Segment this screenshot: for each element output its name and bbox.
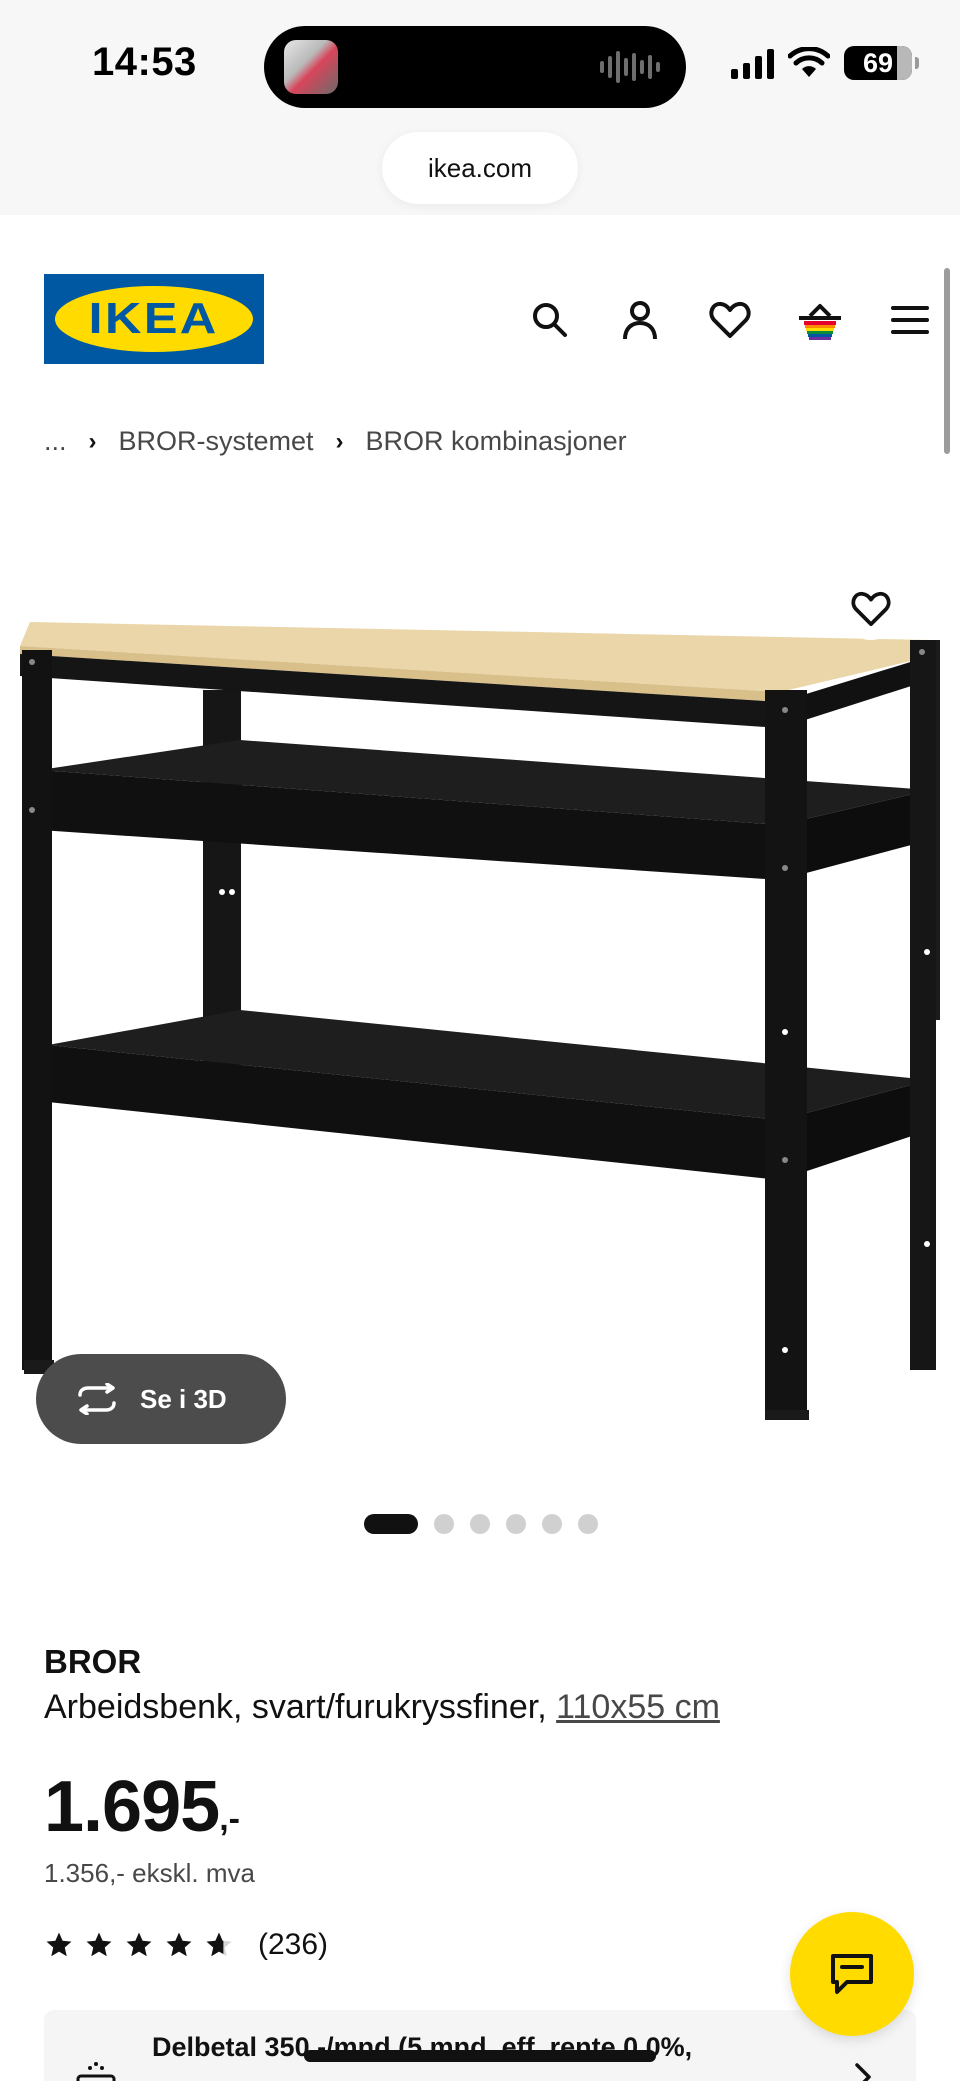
chevron-right-icon: › [88,427,97,455]
account-icon[interactable] [612,292,668,348]
price-amount: 1.695 [44,1767,220,1847]
carousel-dot[interactable] [506,1514,526,1534]
chevron-right-icon [855,2063,871,2081]
carousel-dot[interactable] [470,1514,490,1534]
view-in-3d-button[interactable]: Se i 3D [36,1354,286,1444]
product-image[interactable] [0,580,960,1420]
wifi-icon [788,47,830,77]
battery-indicator: 69 [844,46,919,80]
ikea-logo[interactable]: IKEA [44,274,264,364]
menu-icon[interactable] [882,292,938,348]
battery-level: 69 [862,47,894,78]
carousel-dot[interactable] [434,1514,454,1534]
installment-banner[interactable]: Delbetal 350,-/mnd (5 mnd, eff. rente 0,… [44,2010,916,2081]
header-actions [500,292,960,348]
image-carousel-dots [364,1514,598,1534]
status-indicators: 69 [731,46,919,80]
chevron-right-icon: › [335,427,344,455]
heart-icon [851,591,891,627]
now-playing-artwork [284,40,338,94]
star-half-icon [206,1932,232,1957]
review-count: (236) [258,1928,329,1961]
product-type: Arbeidsbenk, svart/furukryssfiner, [44,1688,547,1726]
add-to-favorites-button[interactable] [840,578,902,640]
star-icon [86,1932,112,1957]
address-bar-url: ikea.com [427,152,533,183]
carousel-dot-active[interactable] [364,1514,418,1534]
favorites-icon[interactable] [702,292,758,348]
chat-icon [831,1954,873,1994]
page-scrollbar[interactable] [944,268,950,454]
browser-status-bar: 14:53 69 ikea.com [0,0,960,215]
rating-stars [44,1930,234,1960]
status-time: 14:53 [92,40,197,84]
home-indicator[interactable] [304,2050,656,2062]
breadcrumb: ... › BROR-systemet › BROR kombinasjoner [44,426,627,457]
chat-button[interactable] [790,1912,914,2036]
search-icon[interactable] [522,292,578,348]
cart-icon[interactable] [792,292,848,348]
address-bar[interactable]: ikea.com [382,132,578,204]
product-rating[interactable]: (236) [44,1928,328,1962]
audio-wave-icon [600,48,660,86]
price-suffix: ,- [219,1800,240,1838]
logo-text: IKEA [88,294,220,343]
star-icon [166,1932,192,1957]
price-excluding-vat: 1.356,- ekskl. mva [44,1858,255,1888]
breadcrumb-item-bror-system[interactable]: BROR-systemet [119,426,314,457]
breadcrumb-item-bror-combinations[interactable]: BROR kombinasjoner [366,426,627,457]
product-price: 1.695 ,- [44,1766,240,1848]
product-name: BROR [44,1643,142,1680]
carousel-dot[interactable] [542,1514,562,1534]
dynamic-island [264,26,686,108]
star-icon [46,1932,72,1957]
product-description: Arbeidsbenk, svart/furukryssfiner, 110x5… [44,1688,720,1727]
cellular-signal-icon [731,47,774,79]
breadcrumb-item-ellipsis[interactable]: ... [44,426,67,457]
star-icon [126,1932,152,1957]
carousel-dot[interactable] [578,1514,598,1534]
product-dimensions-link[interactable]: 110x55 cm [556,1688,720,1726]
rotate-3d-icon [78,1383,116,1415]
payment-icon [76,2062,116,2081]
view-in-3d-label: Se i 3D [140,1383,227,1414]
